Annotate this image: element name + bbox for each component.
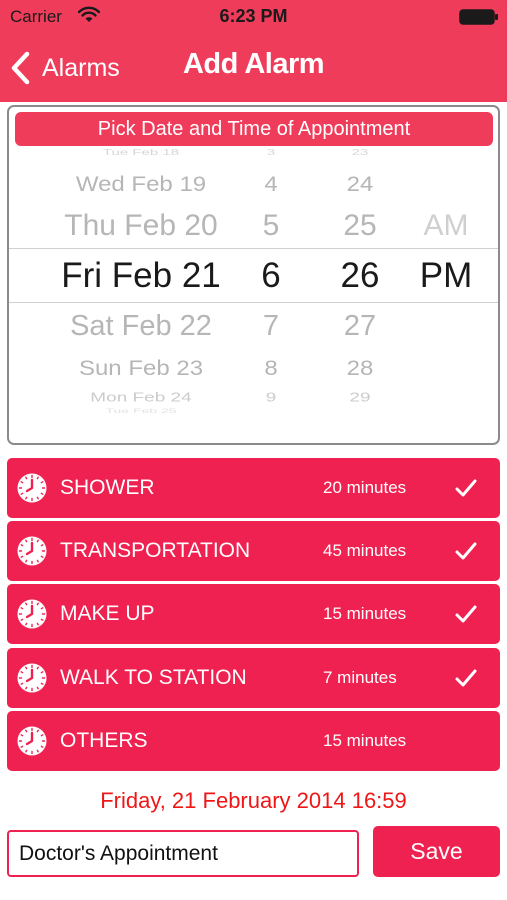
- date-option[interactable]: Wed Feb 19: [31, 173, 251, 198]
- hour-option-selected[interactable]: 6: [241, 256, 301, 296]
- routine-label: WALK TO STATION: [60, 666, 247, 689]
- routine-row-transportation[interactable]: TRANSPORTATION 45 minutes: [7, 521, 500, 581]
- date-time-wheel: Tue Feb 18 Wed Feb 19 Thu Feb 20 Fri Feb…: [9, 147, 498, 417]
- checkmark-icon: [455, 669, 477, 687]
- routine-duration: 45 minutes: [323, 541, 407, 560]
- routine-label: MAKE UP: [60, 602, 155, 625]
- date-wheel[interactable]: Tue Feb 18 Wed Feb 19 Thu Feb 20 Fri Feb…: [31, 147, 251, 417]
- minute-option[interactable]: 29: [327, 391, 393, 406]
- routine-row-walk-to-station[interactable]: WALK TO STATION 7 minutes: [7, 648, 500, 708]
- minute-option[interactable]: 25: [327, 209, 393, 243]
- minute-wheel[interactable]: 23 24 25 26 27 28 29: [327, 147, 393, 417]
- appointment-name-input[interactable]: [7, 830, 359, 877]
- routine-row-shower[interactable]: SHOWER 20 minutes: [7, 458, 500, 518]
- appointment-summary-date: Friday, 21 February 2014 16:59: [100, 788, 407, 813]
- save-button[interactable]: Save: [373, 826, 500, 877]
- battery-icon: [459, 9, 498, 25]
- minute-option[interactable]: 24: [327, 173, 393, 198]
- minute-option[interactable]: 23: [327, 148, 393, 157]
- clock-icon: [17, 473, 47, 503]
- routine-label: SHOWER: [60, 476, 155, 499]
- hour-option[interactable]: 5: [241, 209, 301, 243]
- date-option[interactable]: Sun Feb 23: [31, 357, 251, 382]
- picker-title: Pick Date and Time of Appointment: [15, 112, 493, 146]
- hour-option[interactable]: 4: [241, 173, 301, 198]
- clock-icon: [17, 536, 47, 566]
- header: Carrier 6:23 PM Alarms Add Alarm: [0, 0, 507, 102]
- date-option[interactable]: Tue Feb 25: [31, 407, 251, 414]
- routine-label: TRANSPORTATION: [60, 539, 251, 562]
- hour-option[interactable]: 3: [241, 148, 301, 157]
- back-label: Alarms: [42, 53, 120, 82]
- minute-option-selected[interactable]: 26: [327, 256, 393, 296]
- status-time: 6:23 PM: [219, 6, 288, 26]
- back-button[interactable]: Alarms: [10, 48, 120, 88]
- nav-bar: Alarms Add Alarm: [0, 34, 507, 102]
- routine-duration: 15 minutes: [323, 731, 407, 750]
- ampm-option-selected[interactable]: PM: [409, 256, 483, 296]
- hour-option[interactable]: 9: [241, 391, 301, 406]
- hour-wheel[interactable]: 3 4 5 6 7 8 9: [241, 147, 301, 417]
- routine-label: OTHERS: [60, 729, 148, 752]
- hour-option[interactable]: 8: [241, 357, 301, 382]
- date-option-selected[interactable]: Fri Feb 21: [31, 256, 251, 296]
- date-option[interactable]: Mon Feb 24: [31, 391, 251, 406]
- chevron-left-icon: [11, 51, 30, 85]
- date-option[interactable]: Thu Feb 20: [31, 209, 251, 243]
- minute-option[interactable]: 27: [327, 310, 393, 343]
- ampm-wheel[interactable]: AM PM: [409, 147, 483, 417]
- routine-duration: 7 minutes: [323, 668, 397, 687]
- minute-option[interactable]: 28: [327, 357, 393, 382]
- checkmark-icon: [455, 479, 477, 497]
- hour-option[interactable]: 7: [241, 310, 301, 343]
- routine-row-others[interactable]: OTHERS 15 minutes: [7, 711, 500, 771]
- clock-icon: [17, 663, 47, 693]
- checkmark-icon: [455, 605, 477, 623]
- routine-duration: 20 minutes: [323, 478, 407, 497]
- status-bar: Carrier 6:23 PM: [0, 0, 507, 34]
- clock-icon: [17, 726, 47, 756]
- date-time-picker-card: Pick Date and Time of Appointment Tue Fe…: [7, 105, 500, 445]
- date-option[interactable]: Tue Feb 18: [31, 148, 251, 157]
- clock-icon: [17, 599, 47, 629]
- routine-duration: 15 minutes: [323, 604, 407, 623]
- routine-row-make-up[interactable]: MAKE UP 15 minutes: [7, 584, 500, 644]
- ampm-option[interactable]: AM: [409, 209, 483, 243]
- date-option[interactable]: Sat Feb 22: [31, 310, 251, 343]
- checkmark-icon: [455, 542, 477, 560]
